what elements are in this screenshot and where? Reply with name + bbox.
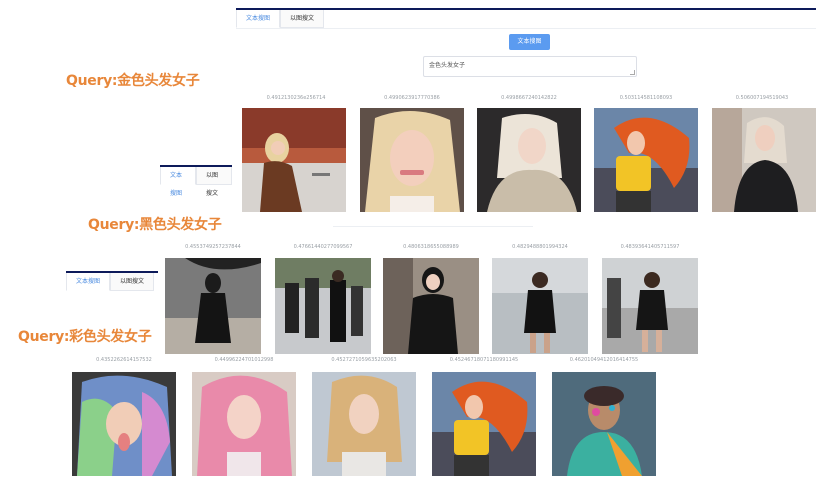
query-textarea-value: 金色头发女子 xyxy=(429,62,466,69)
result-image[interactable] xyxy=(165,258,261,354)
text-search-button[interactable]: 文本搜图 xyxy=(509,34,550,50)
rainbow-hair-woman-image xyxy=(72,372,176,476)
similarity-score: 0.4806318655088989 xyxy=(403,244,459,250)
similarity-score: 0.46201049412016414755 xyxy=(569,357,639,363)
similarity-score: 0.47661440277099567 xyxy=(293,244,353,250)
tab-bar: 文本搜图 以图搜文 xyxy=(66,273,155,291)
similarity-score: 0.4912130236e256714 xyxy=(266,95,326,101)
similarity-score: 0.45246718071180991145 xyxy=(449,357,519,363)
tab-text-to-image[interactable]: 文本搜图 xyxy=(236,10,281,28)
query-label-colorful: Query:彩色头发女子 xyxy=(18,329,152,345)
woman-black-dress-umbrella-image xyxy=(165,258,261,354)
result-image[interactable] xyxy=(477,108,581,212)
result-image[interactable] xyxy=(552,372,656,476)
query-label-black: Query:黑色头发女子 xyxy=(88,217,222,233)
result-image[interactable] xyxy=(602,258,698,354)
tab-image-to-text[interactable]: 以图搜文 xyxy=(280,10,325,28)
resize-handle[interactable] xyxy=(630,70,635,75)
red-haired-woman-yellow-top-image xyxy=(594,108,698,212)
similarity-score: 0.4527271059635202063 xyxy=(331,357,397,363)
result-image[interactable] xyxy=(242,108,346,212)
similarity-score: 0.48393641405711597 xyxy=(620,244,680,250)
search-panel-3: 文本搜图 以图搜文 xyxy=(66,271,158,291)
tab-bar: 文本搜图 以图搜文 xyxy=(236,10,325,28)
tab-text-to-image[interactable]: 文本搜图 xyxy=(66,273,111,291)
similarity-score: 0.4998667240142822 xyxy=(501,95,557,101)
similarity-score: 0.4553749257237844 xyxy=(185,244,241,250)
result-image[interactable] xyxy=(72,372,176,476)
similarity-score: 0.4829488801994324 xyxy=(512,244,568,250)
tab-divider xyxy=(236,28,816,29)
result-image[interactable] xyxy=(360,108,464,212)
result-image[interactable] xyxy=(312,372,416,476)
result-image[interactable] xyxy=(492,258,588,354)
woman-black-leather-sitting-image xyxy=(383,258,479,354)
query-textarea[interactable]: 金色头发女子 xyxy=(423,56,637,77)
panel-divider xyxy=(333,226,533,227)
painted-woman-colorful-costume-image xyxy=(552,372,656,476)
tab-text-to-image[interactable]: 文本搜图 xyxy=(160,167,196,197)
result-image[interactable] xyxy=(432,372,536,476)
blonde-woman-black-coat-phone-image xyxy=(712,108,816,212)
woman-black-dress-street-image xyxy=(492,258,588,354)
result-image[interactable] xyxy=(192,372,296,476)
woman-black-dress-walking-image xyxy=(602,258,698,354)
red-haired-woman-yellow-top-image xyxy=(432,372,536,476)
tab-image-to-text[interactable]: 以图搜文 xyxy=(110,273,155,291)
blonde-woman-selfie-image xyxy=(360,108,464,212)
tab-bar: 文本搜图 以图搜文 xyxy=(160,167,232,197)
result-image[interactable] xyxy=(275,258,371,354)
similarity-score: 0.44996224701012998 xyxy=(214,357,274,363)
similarity-score: 0.506007194519043 xyxy=(735,95,789,101)
result-image[interactable] xyxy=(712,108,816,212)
blonde-woman-beige-sweater-image xyxy=(477,108,581,212)
similarity-score: 0.4352262614157532 xyxy=(96,357,152,363)
similarity-score: 0.503114581108093 xyxy=(619,95,673,101)
search-panel-2: 文本搜图 以图搜文 xyxy=(160,165,232,197)
query-label-gold: Query:金色头发女子 xyxy=(66,73,200,89)
street-crowd-black-outfits-image xyxy=(275,258,371,354)
similarity-score: 0.4990623917770386 xyxy=(384,95,440,101)
pink-hair-woman-image xyxy=(192,372,296,476)
tab-image-to-text[interactable]: 以图搜文 xyxy=(196,167,232,197)
blonde-woman-brown-coat-image xyxy=(242,108,346,212)
ombre-hair-woman-image xyxy=(312,372,416,476)
result-image[interactable] xyxy=(383,258,479,354)
result-image[interactable] xyxy=(594,108,698,212)
